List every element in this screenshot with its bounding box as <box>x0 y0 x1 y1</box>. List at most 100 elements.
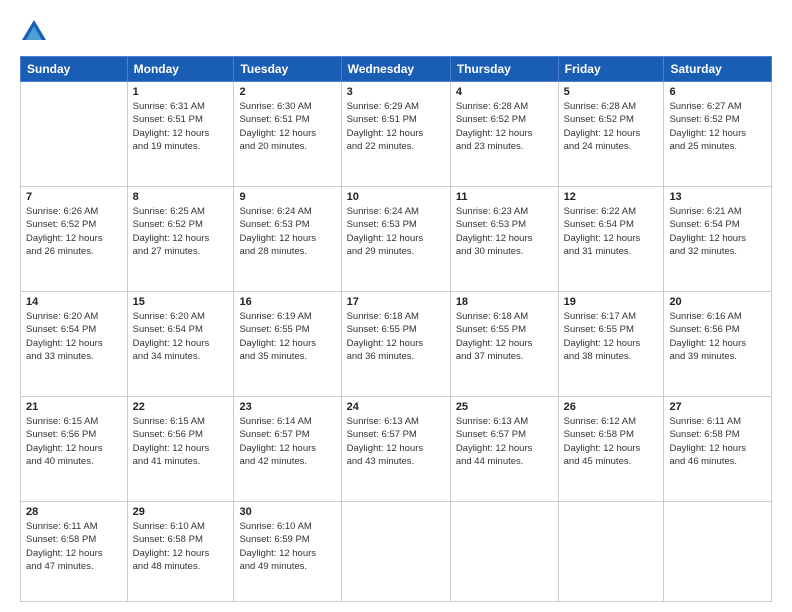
day-cell: 17 Sunrise: 6:18 AM Sunset: 6:55 PM Dayli… <box>341 292 450 397</box>
week-row-5: 28 Sunrise: 6:11 AM Sunset: 6:58 PM Dayli… <box>21 502 772 602</box>
header-cell-thursday: Thursday <box>450 57 558 82</box>
day-number: 2 <box>239 86 335 98</box>
day-info: Sunrise: 6:18 AM Sunset: 6:55 PM Dayligh… <box>347 310 445 363</box>
day-number: 5 <box>564 86 659 98</box>
day-cell: 18 Sunrise: 6:18 AM Sunset: 6:55 PM Dayli… <box>450 292 558 397</box>
day-info: Sunrise: 6:28 AM Sunset: 6:52 PM Dayligh… <box>564 100 659 153</box>
header-cell-sunday: Sunday <box>21 57 128 82</box>
day-number: 29 <box>133 506 229 518</box>
day-cell: 23 Sunrise: 6:14 AM Sunset: 6:57 PM Dayli… <box>234 397 341 502</box>
day-cell: 26 Sunrise: 6:12 AM Sunset: 6:58 PM Dayli… <box>558 397 664 502</box>
day-cell: 5 Sunrise: 6:28 AM Sunset: 6:52 PM Daylig… <box>558 82 664 187</box>
day-number: 6 <box>669 86 766 98</box>
day-info: Sunrise: 6:13 AM Sunset: 6:57 PM Dayligh… <box>347 415 445 468</box>
day-number: 13 <box>669 191 766 203</box>
day-number: 9 <box>239 191 335 203</box>
header <box>20 18 772 46</box>
day-info: Sunrise: 6:28 AM Sunset: 6:52 PM Dayligh… <box>456 100 553 153</box>
day-info: Sunrise: 6:24 AM Sunset: 6:53 PM Dayligh… <box>347 205 445 258</box>
header-cell-wednesday: Wednesday <box>341 57 450 82</box>
week-row-4: 21Sunrise: 6:15 AM Sunset: 6:56 PM Dayli… <box>21 397 772 502</box>
day-number: 24 <box>347 401 445 413</box>
day-cell: 13 Sunrise: 6:21 AM Sunset: 6:54 PM Dayli… <box>664 187 772 292</box>
day-cell <box>341 502 450 602</box>
day-cell: 29 Sunrise: 6:10 AM Sunset: 6:58 PM Dayli… <box>127 502 234 602</box>
day-cell: 4 Sunrise: 6:28 AM Sunset: 6:52 PM Daylig… <box>450 82 558 187</box>
day-number: 3 <box>347 86 445 98</box>
day-info: Sunrise: 6:10 AM Sunset: 6:59 PM Dayligh… <box>239 520 335 573</box>
day-info: Sunrise: 6:26 AM Sunset: 6:52 PM Dayligh… <box>26 205 122 258</box>
day-info: Sunrise: 6:10 AM Sunset: 6:58 PM Dayligh… <box>133 520 229 573</box>
day-number: 4 <box>456 86 553 98</box>
day-cell <box>450 502 558 602</box>
header-cell-friday: Friday <box>558 57 664 82</box>
day-cell: 25Sunrise: 6:13 AM Sunset: 6:57 PM Dayli… <box>450 397 558 502</box>
day-info: Sunrise: 6:12 AM Sunset: 6:58 PM Dayligh… <box>564 415 659 468</box>
day-cell: 27 Sunrise: 6:11 AM Sunset: 6:58 PM Dayli… <box>664 397 772 502</box>
day-number: 11 <box>456 191 553 203</box>
week-row-1: 1Sunrise: 6:31 AM Sunset: 6:51 PM Daylig… <box>21 82 772 187</box>
day-cell: 12 Sunrise: 6:22 AM Sunset: 6:54 PM Dayli… <box>558 187 664 292</box>
day-cell: 19 Sunrise: 6:17 AM Sunset: 6:55 PM Dayli… <box>558 292 664 397</box>
header-cell-tuesday: Tuesday <box>234 57 341 82</box>
day-cell: 7 Sunrise: 6:26 AM Sunset: 6:52 PM Daylig… <box>21 187 128 292</box>
day-cell: 30 Sunrise: 6:10 AM Sunset: 6:59 PM Dayli… <box>234 502 341 602</box>
logo-icon <box>20 18 48 46</box>
day-cell: 21Sunrise: 6:15 AM Sunset: 6:56 PM Dayli… <box>21 397 128 502</box>
day-number: 23 <box>239 401 335 413</box>
header-row: SundayMondayTuesdayWednesdayThursdayFrid… <box>21 57 772 82</box>
day-info: Sunrise: 6:31 AM Sunset: 6:51 PM Dayligh… <box>133 100 229 153</box>
day-info: Sunrise: 6:11 AM Sunset: 6:58 PM Dayligh… <box>669 415 766 468</box>
day-info: Sunrise: 6:17 AM Sunset: 6:55 PM Dayligh… <box>564 310 659 363</box>
day-cell: 20 Sunrise: 6:16 AM Sunset: 6:56 PM Dayli… <box>664 292 772 397</box>
day-cell: 1Sunrise: 6:31 AM Sunset: 6:51 PM Daylig… <box>127 82 234 187</box>
page: SundayMondayTuesdayWednesdayThursdayFrid… <box>0 0 792 612</box>
day-number: 15 <box>133 296 229 308</box>
day-number: 30 <box>239 506 335 518</box>
day-info: Sunrise: 6:30 AM Sunset: 6:51 PM Dayligh… <box>239 100 335 153</box>
day-number: 16 <box>239 296 335 308</box>
day-info: Sunrise: 6:15 AM Sunset: 6:56 PM Dayligh… <box>26 415 122 468</box>
header-cell-monday: Monday <box>127 57 234 82</box>
day-cell: 11Sunrise: 6:23 AM Sunset: 6:53 PM Dayli… <box>450 187 558 292</box>
header-cell-saturday: Saturday <box>664 57 772 82</box>
day-number: 19 <box>564 296 659 308</box>
day-number: 20 <box>669 296 766 308</box>
day-cell: 14Sunrise: 6:20 AM Sunset: 6:54 PM Dayli… <box>21 292 128 397</box>
day-cell: 10 Sunrise: 6:24 AM Sunset: 6:53 PM Dayli… <box>341 187 450 292</box>
day-info: Sunrise: 6:15 AM Sunset: 6:56 PM Dayligh… <box>133 415 229 468</box>
day-cell: 3 Sunrise: 6:29 AM Sunset: 6:51 PM Daylig… <box>341 82 450 187</box>
day-number: 22 <box>133 401 229 413</box>
day-number: 12 <box>564 191 659 203</box>
day-number: 18 <box>456 296 553 308</box>
day-number: 17 <box>347 296 445 308</box>
day-info: Sunrise: 6:20 AM Sunset: 6:54 PM Dayligh… <box>133 310 229 363</box>
day-number: 7 <box>26 191 122 203</box>
day-info: Sunrise: 6:25 AM Sunset: 6:52 PM Dayligh… <box>133 205 229 258</box>
day-info: Sunrise: 6:18 AM Sunset: 6:55 PM Dayligh… <box>456 310 553 363</box>
day-cell: 15 Sunrise: 6:20 AM Sunset: 6:54 PM Dayli… <box>127 292 234 397</box>
day-number: 25 <box>456 401 553 413</box>
day-info: Sunrise: 6:20 AM Sunset: 6:54 PM Dayligh… <box>26 310 122 363</box>
day-info: Sunrise: 6:16 AM Sunset: 6:56 PM Dayligh… <box>669 310 766 363</box>
calendar-table: SundayMondayTuesdayWednesdayThursdayFrid… <box>20 56 772 602</box>
day-info: Sunrise: 6:21 AM Sunset: 6:54 PM Dayligh… <box>669 205 766 258</box>
day-cell <box>558 502 664 602</box>
day-number: 8 <box>133 191 229 203</box>
day-cell: 8 Sunrise: 6:25 AM Sunset: 6:52 PM Daylig… <box>127 187 234 292</box>
day-cell: 9 Sunrise: 6:24 AM Sunset: 6:53 PM Daylig… <box>234 187 341 292</box>
day-info: Sunrise: 6:11 AM Sunset: 6:58 PM Dayligh… <box>26 520 122 573</box>
day-cell: 16 Sunrise: 6:19 AM Sunset: 6:55 PM Dayli… <box>234 292 341 397</box>
day-cell: 6 Sunrise: 6:27 AM Sunset: 6:52 PM Daylig… <box>664 82 772 187</box>
day-number: 28 <box>26 506 122 518</box>
day-number: 26 <box>564 401 659 413</box>
day-number: 10 <box>347 191 445 203</box>
day-info: Sunrise: 6:27 AM Sunset: 6:52 PM Dayligh… <box>669 100 766 153</box>
day-info: Sunrise: 6:14 AM Sunset: 6:57 PM Dayligh… <box>239 415 335 468</box>
day-info: Sunrise: 6:22 AM Sunset: 6:54 PM Dayligh… <box>564 205 659 258</box>
day-info: Sunrise: 6:29 AM Sunset: 6:51 PM Dayligh… <box>347 100 445 153</box>
day-info: Sunrise: 6:19 AM Sunset: 6:55 PM Dayligh… <box>239 310 335 363</box>
day-info: Sunrise: 6:24 AM Sunset: 6:53 PM Dayligh… <box>239 205 335 258</box>
week-row-3: 14Sunrise: 6:20 AM Sunset: 6:54 PM Dayli… <box>21 292 772 397</box>
day-number: 27 <box>669 401 766 413</box>
